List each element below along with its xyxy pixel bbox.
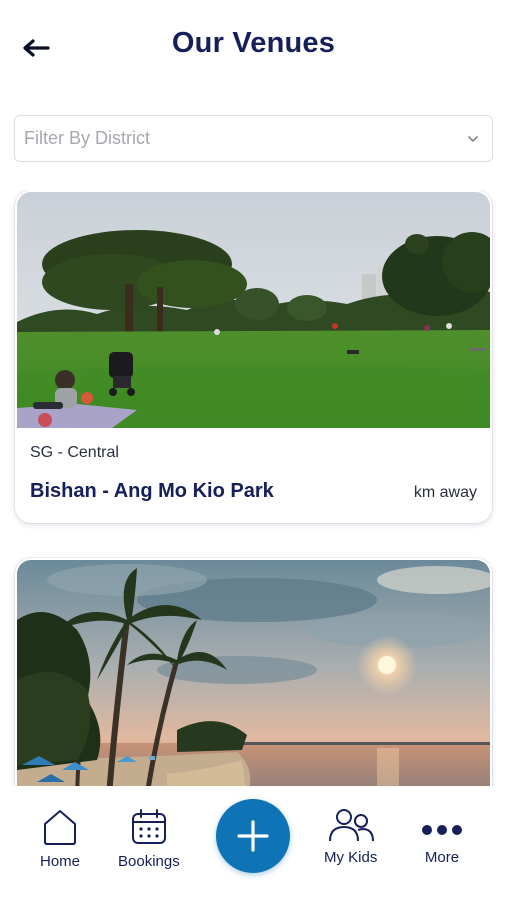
page-title: Our Venues (171, 27, 336, 59)
chevron-down-icon (468, 135, 478, 142)
plus-icon (237, 820, 269, 852)
park-lawn-photo (17, 192, 490, 428)
tab-more[interactable]: More (420, 808, 464, 866)
venue-distance: km away (413, 484, 477, 501)
venue-name: Bishan - Ang Mo Kio Park (30, 480, 274, 502)
tab-home[interactable]: Home (40, 808, 80, 870)
beach-sunset-photo (17, 560, 490, 786)
users-icon (328, 809, 374, 842)
district-filter-placeholder: Filter By District (24, 128, 150, 148)
add-button[interactable] (216, 799, 290, 873)
venue-district: SG - Central (30, 444, 119, 461)
venue-card[interactable] (15, 558, 492, 786)
bottom-tab-bar: Home Bookings My Kids More (0, 786, 507, 900)
tab-bookings-label: Bookings (118, 853, 180, 870)
header: Our Venues (0, 0, 507, 95)
district-filter-select[interactable]: Filter By District (14, 115, 493, 162)
tab-bookings[interactable]: Bookings (118, 808, 180, 870)
more-dots-icon (422, 825, 462, 835)
calendar-icon (131, 809, 166, 844)
tab-my-kids-label: My Kids (324, 849, 378, 866)
tab-my-kids[interactable]: My Kids (324, 808, 377, 866)
home-icon (44, 810, 76, 845)
tab-more-label: More (424, 849, 460, 866)
venue-list[interactable]: SG - Central Bishan - Ang Mo Kio Park km… (0, 190, 507, 786)
venue-card[interactable]: SG - Central Bishan - Ang Mo Kio Park km… (15, 190, 492, 523)
tab-home-label: Home (40, 853, 81, 870)
